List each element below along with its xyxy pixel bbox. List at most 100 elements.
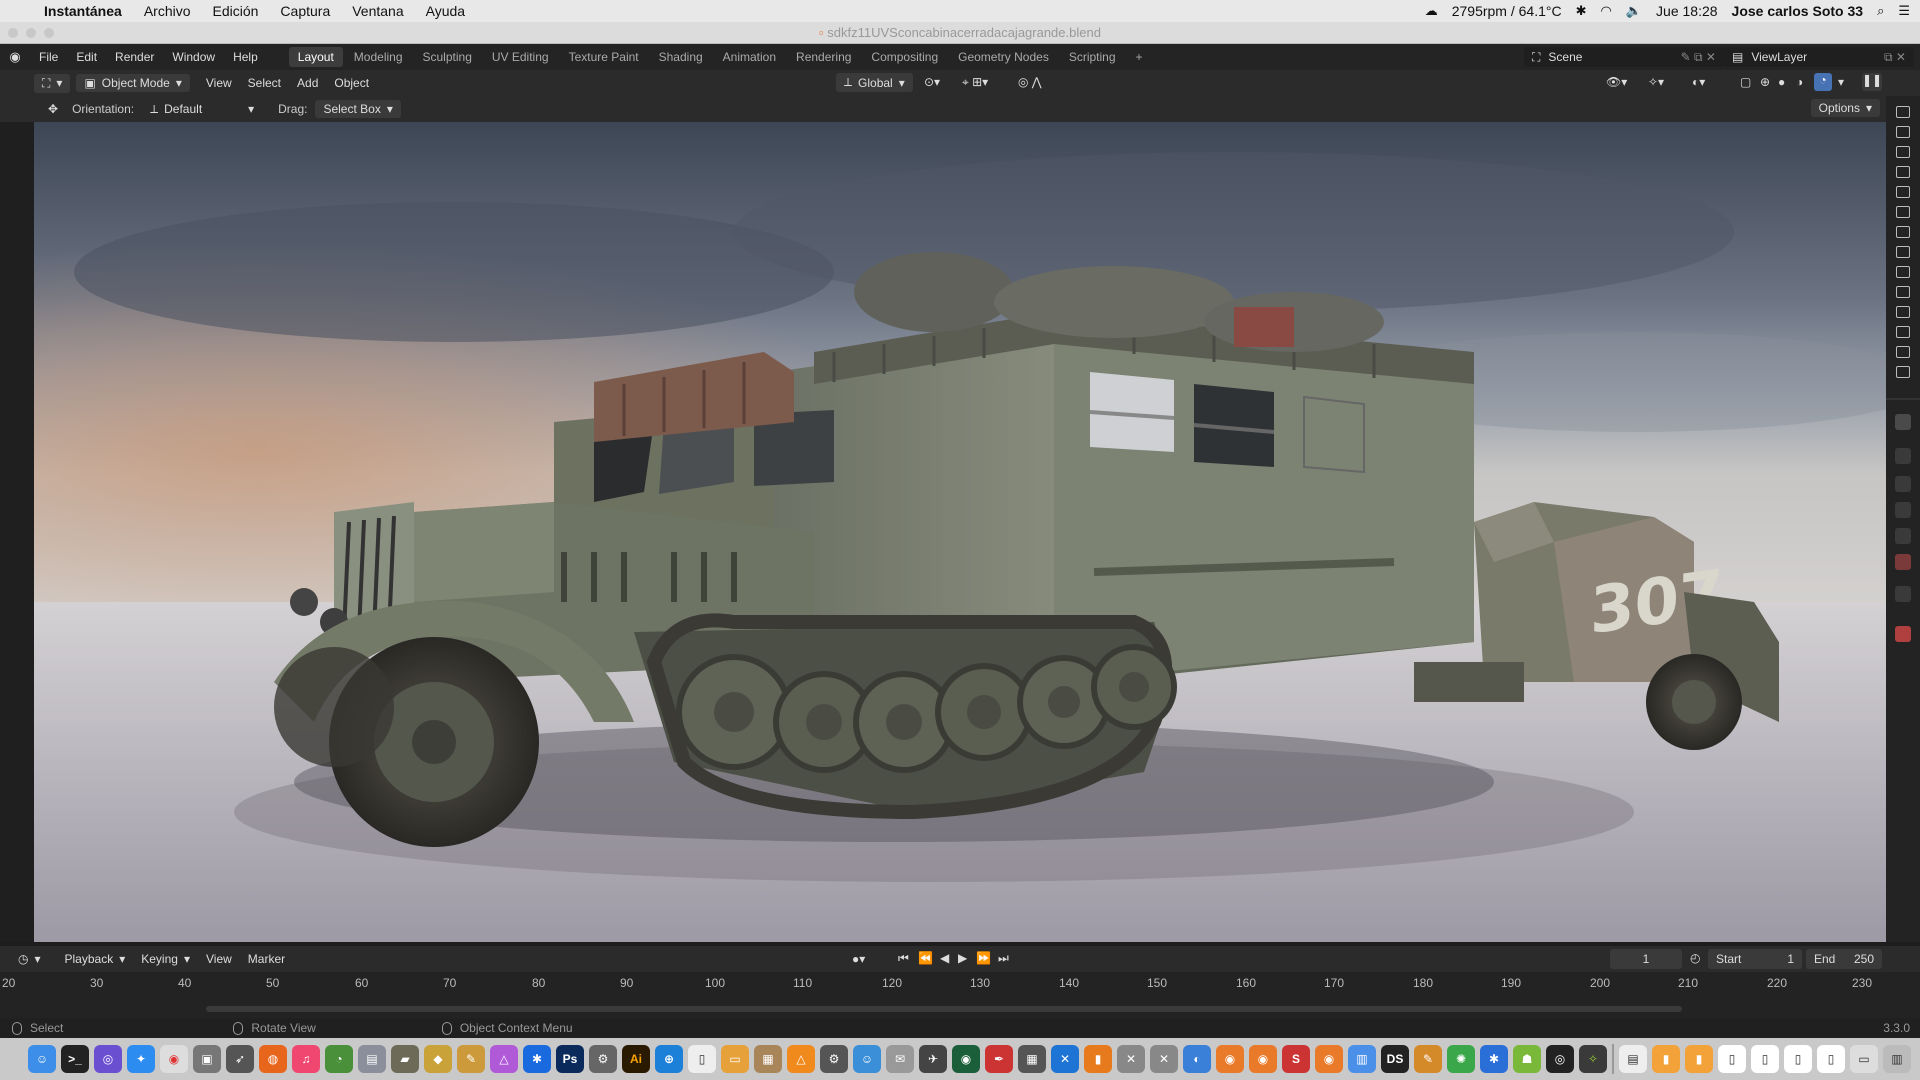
- tab-modeling[interactable]: Modeling: [345, 47, 412, 67]
- proportional-edit-icon[interactable]: ◎ ⋀: [1018, 75, 1042, 89]
- file-icon[interactable]: ▯: [1718, 1045, 1746, 1073]
- bluetooth-app-icon[interactable]: ✱: [1480, 1045, 1508, 1073]
- camera-icon[interactable]: [1896, 286, 1910, 298]
- camera-icon[interactable]: [1896, 366, 1910, 378]
- settings-gear-icon[interactable]: ✱: [523, 1045, 551, 1073]
- tool-properties-tab[interactable]: [1895, 414, 1911, 430]
- tab-texture-paint[interactable]: Texture Paint: [560, 47, 648, 67]
- timeline-menu-view[interactable]: View: [198, 952, 240, 966]
- fan-status[interactable]: 2795rpm / 64.1°C: [1452, 3, 1562, 19]
- view-layer-properties-tab[interactable]: [1895, 502, 1911, 518]
- camera-icon[interactable]: [1896, 346, 1910, 358]
- camera-icon[interactable]: [1896, 306, 1910, 318]
- davinci-icon[interactable]: ◎: [1546, 1045, 1574, 1073]
- menu-file[interactable]: File: [30, 50, 67, 64]
- overlay-icon[interactable]: ◐▾: [1692, 75, 1705, 89]
- shading-options-icon[interactable]: ▾: [1838, 75, 1844, 89]
- blender-third-icon[interactable]: ◉: [1315, 1045, 1343, 1073]
- notes-icon[interactable]: ✎: [1414, 1045, 1442, 1073]
- visibility-icon[interactable]: 👁▾: [1606, 75, 1627, 89]
- drag-dropdown[interactable]: Select Box ▾: [315, 100, 401, 118]
- clock[interactable]: Jue 18:28: [1656, 3, 1718, 19]
- calculator-icon[interactable]: ▦: [1018, 1045, 1046, 1073]
- wifi-icon[interactable]: ◠: [1601, 3, 1612, 19]
- firefox-icon[interactable]: ◍: [259, 1045, 287, 1073]
- rocket-icon[interactable]: ➶: [226, 1045, 254, 1073]
- photoshop-icon[interactable]: Ps: [556, 1045, 584, 1073]
- jump-start-button[interactable]: ⏮: [898, 951, 909, 966]
- mac-menu-captura[interactable]: Captura: [280, 3, 330, 19]
- transform-orientation-dropdown[interactable]: ⟂ Global ▾: [836, 73, 913, 92]
- shading-material-icon[interactable]: ◑: [1796, 75, 1803, 89]
- finder-window-icon[interactable]: ▤: [358, 1045, 386, 1073]
- output-properties-tab[interactable]: [1895, 476, 1911, 492]
- camera-icon[interactable]: [1896, 326, 1910, 338]
- file-fourth-icon[interactable]: ▯: [1817, 1045, 1845, 1073]
- scene-selector[interactable]: ⛶ Scene ✎ ⧉ ✕: [1524, 47, 1724, 67]
- folder-icon[interactable]: ▭: [721, 1045, 749, 1073]
- timeline-menu-marker[interactable]: Marker: [240, 952, 293, 966]
- finder-pin-icon[interactable]: ◐: [1183, 1045, 1211, 1073]
- keying-dropdown[interactable]: Keying ▾: [133, 950, 198, 968]
- affinity-icon[interactable]: △: [490, 1045, 518, 1073]
- menu-edit[interactable]: Edit: [67, 50, 106, 64]
- tab-geometry-nodes[interactable]: Geometry Nodes: [949, 47, 1058, 67]
- blueprint-icon[interactable]: ✈: [919, 1045, 947, 1073]
- texture-properties-tab[interactable]: [1895, 626, 1911, 642]
- menu-help[interactable]: Help: [224, 50, 267, 64]
- menu-view[interactable]: View: [198, 76, 240, 90]
- object-mode-dropdown[interactable]: ▣ Object Mode ▾: [76, 74, 190, 92]
- terminal-icon[interactable]: >_: [61, 1045, 89, 1073]
- editor-type-3d-button[interactable]: ⛶ ▾: [34, 73, 71, 93]
- minimize-window-button[interactable]: [26, 28, 36, 38]
- menu-window[interactable]: Window: [163, 50, 224, 64]
- siri-icon[interactable]: ◎: [94, 1045, 122, 1073]
- orientation-dropdown[interactable]: ⟂ Default ▾: [142, 99, 263, 119]
- camera-icon[interactable]: [1896, 226, 1910, 238]
- play-reverse-button[interactable]: ◀: [940, 951, 949, 965]
- file-alt-icon[interactable]: ▯: [1751, 1045, 1779, 1073]
- playback-dropdown[interactable]: Playback ▾: [56, 950, 134, 968]
- textedit-icon[interactable]: ▯: [688, 1045, 716, 1073]
- bluetooth-icon[interactable]: ✱: [1576, 3, 1587, 19]
- tab-uv-editing[interactable]: UV Editing: [483, 47, 558, 67]
- red-s-icon[interactable]: S: [1282, 1045, 1310, 1073]
- collection-properties-tab[interactable]: [1895, 586, 1911, 602]
- file-third-icon[interactable]: ▯: [1784, 1045, 1812, 1073]
- pin-icon[interactable]: ✎ ⧉ ✕: [1681, 50, 1716, 65]
- menu-add[interactable]: Add: [289, 76, 326, 90]
- archive-icon[interactable]: ✉: [886, 1045, 914, 1073]
- menu-select[interactable]: Select: [240, 76, 289, 90]
- camera-icon[interactable]: [1896, 206, 1910, 218]
- end-frame-field[interactable]: End 250: [1806, 949, 1882, 969]
- blender-icon[interactable]: ◉: [1216, 1045, 1244, 1073]
- game-app-icon[interactable]: ◆: [424, 1045, 452, 1073]
- camera-icon[interactable]: [1896, 166, 1910, 178]
- lines-icon[interactable]: ✕: [1150, 1045, 1178, 1073]
- camera-icon[interactable]: [1896, 146, 1910, 158]
- package-icon[interactable]: ▦: [754, 1045, 782, 1073]
- tab-shading[interactable]: Shading: [650, 47, 712, 67]
- orange-doc-icon[interactable]: ▮: [1652, 1045, 1680, 1073]
- camera-icon[interactable]: [1896, 246, 1910, 258]
- jump-keyframe-back-button[interactable]: ⏪: [918, 951, 933, 965]
- pivot-icon[interactable]: ⊙▾: [924, 75, 940, 89]
- render-properties-tab[interactable]: [1895, 448, 1911, 464]
- cloud-icon[interactable]: ☁: [1425, 3, 1438, 19]
- camera-icon[interactable]: [1896, 126, 1910, 138]
- pause-render-icon[interactable]: ❚❚: [1862, 73, 1882, 91]
- system-prefs-icon[interactable]: ⚙: [820, 1045, 848, 1073]
- music-icon[interactable]: ♫: [292, 1045, 320, 1073]
- world-properties-tab[interactable]: [1895, 554, 1911, 570]
- automator-icon[interactable]: ⚙: [589, 1045, 617, 1073]
- move-tool-icon[interactable]: ✥: [48, 102, 58, 116]
- close-window-button[interactable]: [8, 28, 18, 38]
- activity-monitor-icon[interactable]: ◔: [325, 1045, 353, 1073]
- mac-menu-edicion[interactable]: Edición: [213, 3, 259, 19]
- vlc-icon[interactable]: △: [787, 1045, 815, 1073]
- camera-icon[interactable]: [1896, 186, 1910, 198]
- app-store-icon[interactable]: ⊕: [655, 1045, 683, 1073]
- mac-menu-archivo[interactable]: Archivo: [144, 3, 191, 19]
- tab-sculpting[interactable]: Sculpting: [414, 47, 481, 67]
- shading-solid-icon[interactable]: ●: [1778, 75, 1785, 89]
